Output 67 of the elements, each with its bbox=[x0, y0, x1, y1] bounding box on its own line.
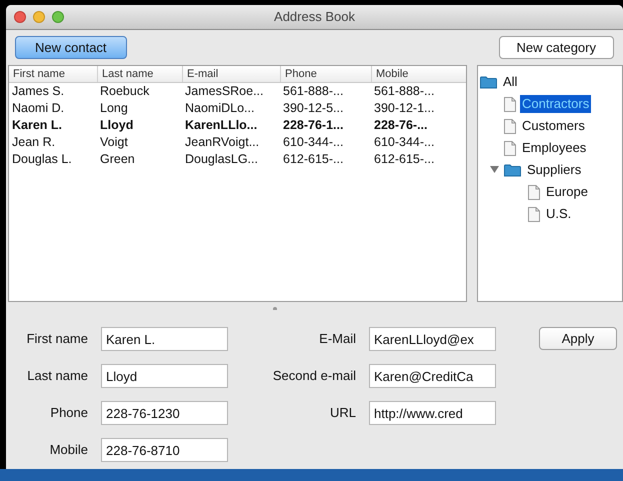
input-field[interactable]: Karen L. bbox=[101, 327, 228, 351]
tree-item[interactable]: U.S. bbox=[544, 205, 574, 223]
table-cell-text: Douglas L. bbox=[11, 151, 73, 168]
table-cell-text: KarenLLlo... bbox=[184, 117, 258, 134]
column-header[interactable]: Phone bbox=[280, 66, 371, 82]
new-category-button[interactable]: New category bbox=[498, 36, 614, 59]
field-label: URL bbox=[328, 404, 356, 422]
input-field[interactable]: 228-76-8710 bbox=[101, 438, 228, 462]
column-header[interactable]: Last name bbox=[97, 66, 182, 82]
tree-item[interactable]: All bbox=[501, 73, 520, 91]
new-contact-button[interactable]: New contact bbox=[15, 36, 127, 59]
tree-item[interactable]: Suppliers bbox=[525, 161, 584, 179]
table-cell-text: 610-344-... bbox=[373, 134, 436, 151]
field-label: E-Mail bbox=[318, 330, 356, 348]
table-cell-text: Voigt bbox=[99, 134, 129, 151]
table-cell-text: Jean R. bbox=[11, 134, 56, 151]
table-cell-text: JeanRVoigt... bbox=[184, 134, 260, 151]
document-icon bbox=[528, 206, 540, 222]
table-cell-text: Karen L. bbox=[11, 117, 64, 134]
table-cell-text: Naomi D. bbox=[11, 100, 66, 117]
column-header[interactable]: Mobile bbox=[371, 66, 466, 82]
input-field[interactable]: Karen@CreditCa bbox=[369, 364, 496, 388]
input-field[interactable]: http://www.cred bbox=[369, 401, 496, 425]
folder-icon bbox=[480, 76, 497, 88]
splitter-handle[interactable] bbox=[272, 306, 276, 310]
table-cell-text: NaomiDLo... bbox=[184, 100, 256, 117]
table-cell-text: Long bbox=[99, 100, 129, 117]
tree-item[interactable]: Europe bbox=[544, 183, 590, 201]
column-header[interactable]: E-mail bbox=[182, 66, 280, 82]
table-cell-text: DouglasLG... bbox=[184, 151, 259, 168]
table-cell-text: 561-888-... bbox=[282, 83, 344, 100]
close-button[interactable] bbox=[14, 11, 26, 23]
apply-button[interactable]: Apply bbox=[539, 327, 617, 350]
table-cell-text: 561-888-... bbox=[373, 83, 436, 100]
table-cell-text: James S. bbox=[11, 83, 66, 100]
document-icon bbox=[504, 118, 516, 134]
table-cell-text: 612-615-... bbox=[373, 151, 436, 168]
column-header[interactable]: First name bbox=[9, 66, 97, 82]
table-cell-text: 228-76-... bbox=[373, 117, 429, 134]
window-title: Address Book bbox=[273, 8, 356, 26]
disclosure-triangle-icon[interactable] bbox=[490, 166, 500, 174]
document-icon bbox=[504, 96, 516, 112]
table-cell-text: JamesSRoe... bbox=[184, 83, 265, 100]
document-icon bbox=[528, 184, 540, 200]
table-cell-text: 228-76-1... bbox=[282, 117, 344, 134]
input-field[interactable]: Lloyd bbox=[101, 364, 228, 388]
tree-item[interactable]: Contractors bbox=[520, 95, 592, 113]
table-cell-text: 610-344-... bbox=[282, 134, 344, 151]
input-field[interactable]: 228-76-1230 bbox=[101, 401, 228, 425]
table-cell-text: 390-12-5... bbox=[282, 100, 344, 117]
field-label: Mobile bbox=[48, 441, 88, 460]
table-cell-text: Roebuck bbox=[99, 83, 150, 100]
table-cell-text: 612-615-... bbox=[282, 151, 344, 168]
minimize-button[interactable] bbox=[33, 11, 45, 23]
table-cell-text: 390-12-1... bbox=[373, 100, 436, 117]
field-label: Second e-mail bbox=[272, 367, 356, 386]
folder-icon bbox=[504, 164, 521, 176]
field-label: Last name bbox=[26, 367, 88, 386]
tree-item[interactable]: Employees bbox=[520, 139, 588, 157]
zoom-button[interactable] bbox=[52, 11, 64, 23]
document-icon bbox=[504, 140, 516, 156]
field-label: First name bbox=[26, 330, 88, 348]
table-cell-text: Lloyd bbox=[99, 117, 134, 134]
tree-item[interactable]: Customers bbox=[520, 117, 587, 135]
field-label: Phone bbox=[49, 404, 88, 422]
table-cell-text: Green bbox=[99, 151, 136, 168]
input-field[interactable]: KarenLLloyd@ex bbox=[369, 327, 496, 351]
